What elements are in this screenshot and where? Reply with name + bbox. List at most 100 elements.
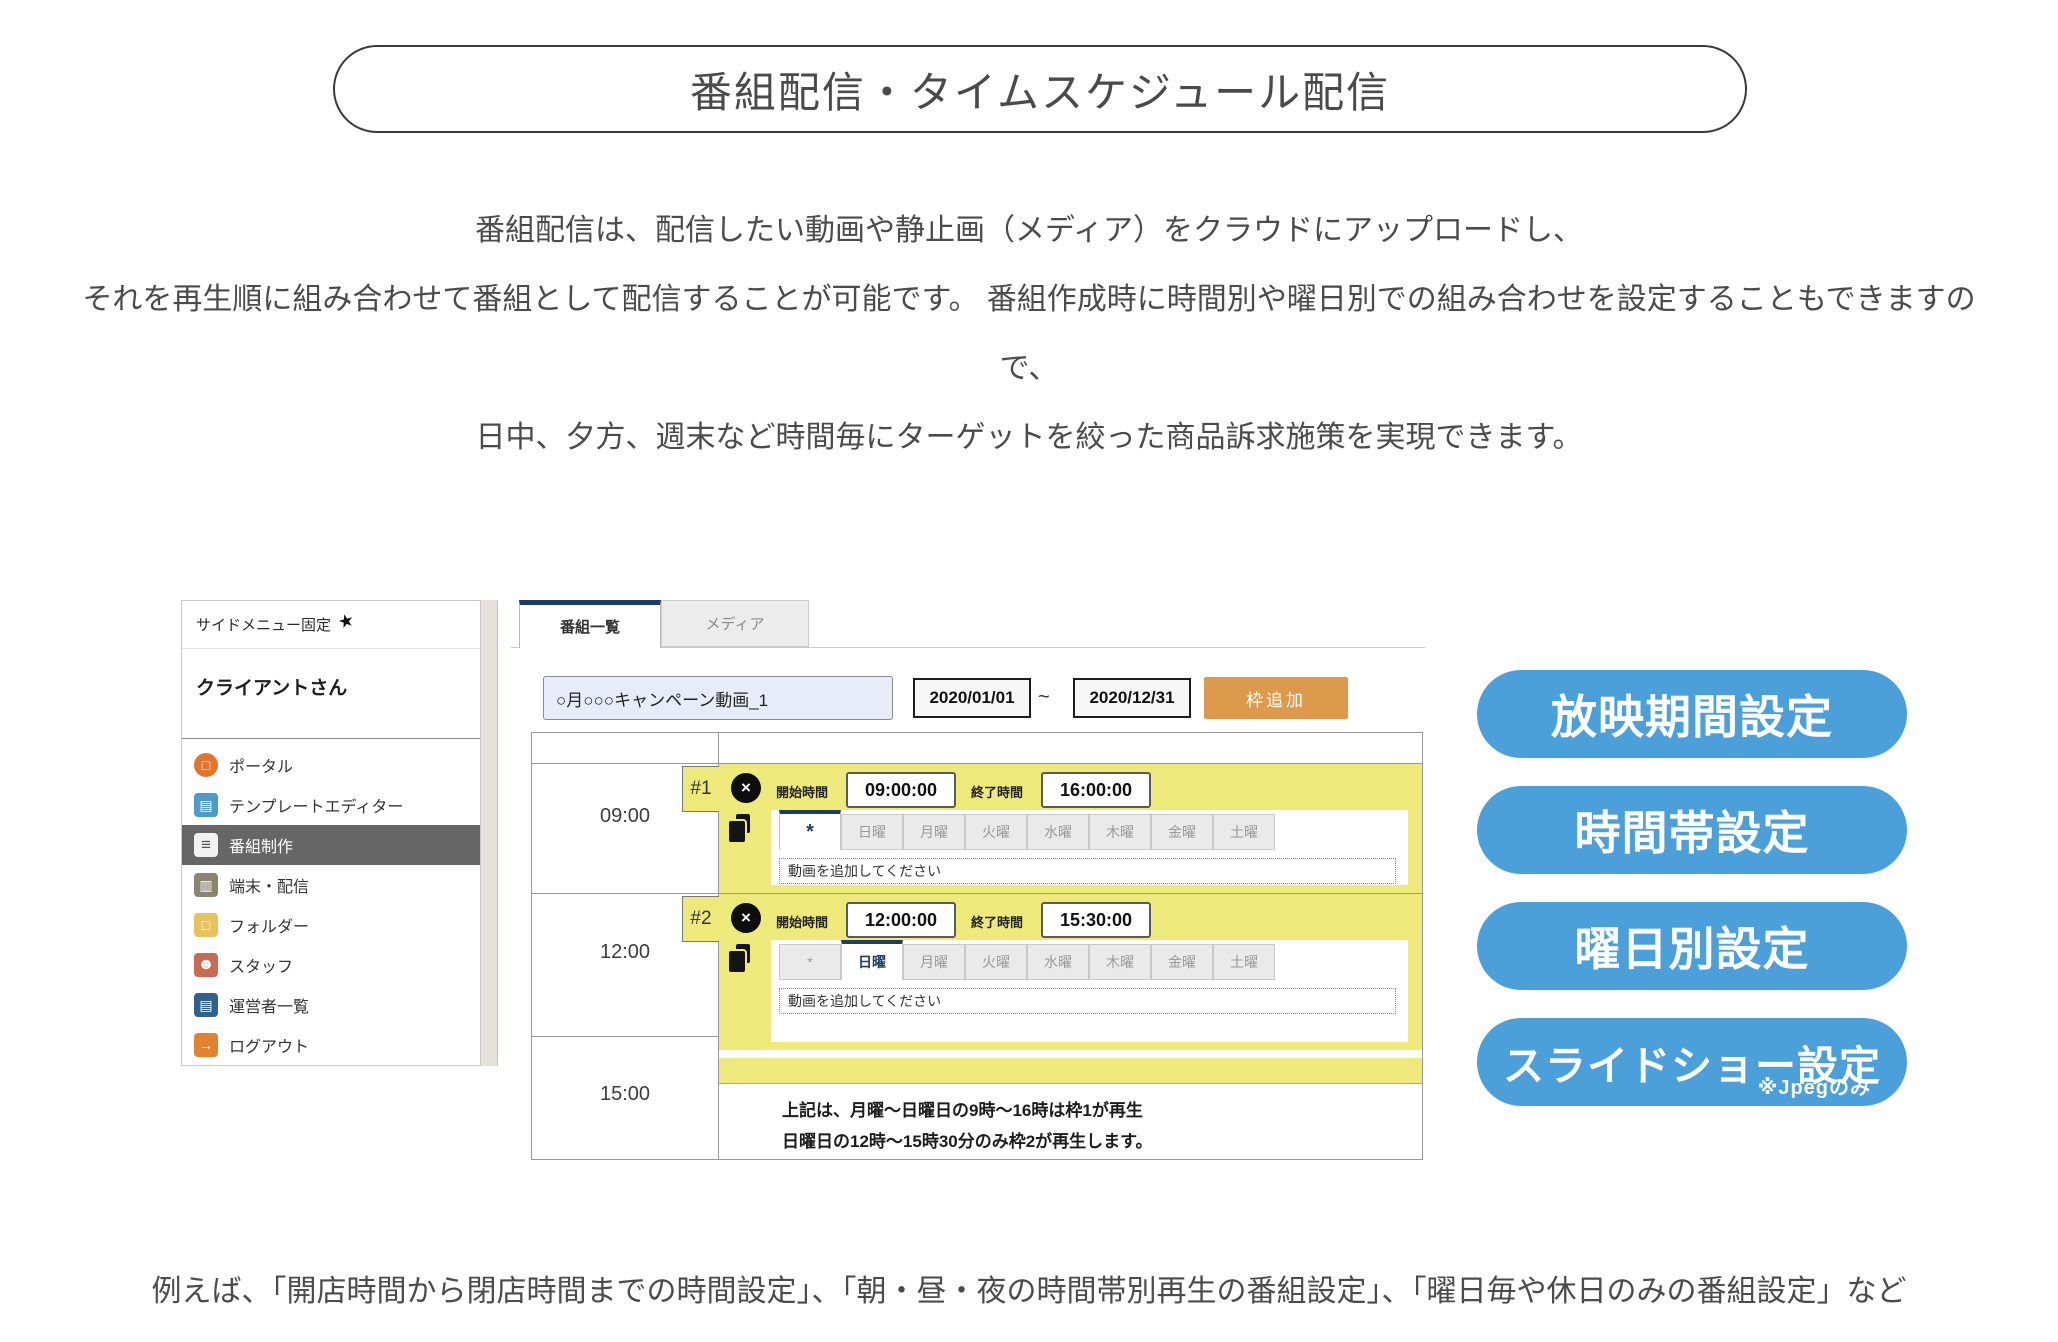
time-label: 15:00 [532,1083,718,1106]
remove-block-icon[interactable]: × [731,903,761,933]
add-slot-button[interactable]: 枠追加 [1204,677,1348,719]
sidebar-item-label: ポータル [229,753,293,777]
start-time-input[interactable]: 12:00:00 [846,902,956,938]
day-panel: * 日曜 月曜 火曜 水曜 木曜 金曜 土曜 動画を追加してください [771,810,1408,885]
day-tab-tuesday[interactable]: 火曜 [965,814,1027,850]
sidebar-pin-label: サイドメニュー固定 [196,614,331,635]
intro-line: 日中、夕方、週末など時間毎にターゲットを絞った商品訴求施策を実現できます。 [0,403,2058,472]
day-tab-strip: * 日曜 月曜 火曜 水曜 木曜 金曜 土曜 [771,940,1408,980]
sidebar-item-program-production[interactable]: ≡ 番組制作 [182,825,480,865]
day-tab-saturday[interactable]: 土曜 [1213,944,1275,980]
schedule-block-1: #1 × 開始時間 09:00:00 終了時間 16:00:00 * 日曜 [719,764,1422,893]
end-time-label: 終了時間 [971,912,1023,931]
sidebar-item-portal[interactable]: □ ポータル [182,745,480,785]
schedule-note: 上記は、月曜〜日曜日の9時〜16時は枠1が再生 日曜日の12時〜15時30分のみ… [782,1095,1152,1157]
day-tab-thursday[interactable]: 木曜 [1089,814,1151,850]
sidebar-item-logout[interactable]: → ログアウト [182,1025,480,1065]
copy-icon-front-page [729,821,745,842]
block-tag: #2 [682,896,719,942]
logout-icon: → [194,1033,218,1057]
intro-line: 番組配信は、配信したい動画や静止画（メディア）をクラウドにアップロードし、 [0,196,2058,265]
day-tab-strip: * 日曜 月曜 火曜 水曜 木曜 金曜 土曜 [771,810,1408,850]
sidebar-item-template-editor[interactable]: ▤ テンプレートエディター [182,785,480,825]
video-drop-area[interactable]: 動画を追加してください [779,988,1396,1014]
page-title: 番組配信・タイムスケジュール配信 [690,59,1390,120]
device-icon: ▥ [194,873,218,897]
folder-icon: □ [194,913,218,937]
day-tab-monday[interactable]: 月曜 [903,814,965,850]
sidebar-item-label: 端末・配信 [229,873,309,897]
pushpin-icon: ★ [336,612,355,631]
day-tab-wednesday[interactable]: 水曜 [1027,814,1089,850]
sidebar-item-folder[interactable]: □ フォルダー [182,905,480,945]
main-panel: 番組一覧 メディア ~ 枠追加 09:00 12:00 15:00 #1 × 開… [511,600,1425,1162]
badge-day-of-week: 曜日別設定 [1477,902,1907,990]
badge-slideshow: スライドショー設定 ※Jpegのみ [1477,1018,1907,1106]
end-date-input[interactable] [1073,678,1191,718]
start-date-input[interactable] [913,678,1031,718]
end-time-input[interactable]: 16:00:00 [1041,772,1151,808]
video-drop-area[interactable]: 動画を追加してください [779,858,1396,884]
staff-icon: ☻ [194,953,218,977]
day-tab-friday[interactable]: 金曜 [1151,814,1213,850]
time-label: 12:00 [532,941,718,964]
day-tab-sunday[interactable]: 日曜 [841,940,903,980]
start-time-label: 開始時間 [776,912,828,931]
schedule-grid: 09:00 12:00 15:00 #1 × 開始時間 09:00:00 終了時… [531,732,1423,1160]
day-tab-friday[interactable]: 金曜 [1151,944,1213,980]
copy-icon[interactable] [729,944,755,972]
page-title-pill: 番組配信・タイムスケジュール配信 [333,45,1747,133]
badge-broadcast-period: 放映期間設定 [1477,670,1907,758]
sidebar-pin-toggle[interactable]: サイドメニュー固定 ★ [182,601,480,649]
sidebar-item-staff[interactable]: ☻ スタッフ [182,945,480,985]
day-panel: * 日曜 月曜 火曜 水曜 木曜 金曜 土曜 動画を追加してください [771,940,1408,1042]
day-tab-all[interactable]: * [779,944,841,980]
day-tab-sunday[interactable]: 日曜 [841,814,903,850]
block-tag: #1 [682,766,719,812]
intro-paragraph: 番組配信は、配信したい動画や静止画（メディア）をクラウドにアップロードし、 それ… [0,196,2058,472]
day-tab-monday[interactable]: 月曜 [903,944,965,980]
sidebar-item-label: ログアウト [229,1033,309,1057]
app-screenshot: サイドメニュー固定 ★ クライアントさん □ ポータル ▤ テンプレートエディタ… [181,600,1425,1162]
day-tab-all[interactable]: * [779,810,841,850]
badge-slideshow-note: ※Jpegのみ [1758,1071,1871,1100]
remove-block-icon[interactable]: × [731,773,761,803]
tab-media[interactable]: メディア [661,600,809,647]
sidebar: サイドメニュー固定 ★ クライアントさん □ ポータル ▤ テンプレートエディタ… [181,600,481,1066]
start-time-input[interactable]: 09:00:00 [846,772,956,808]
client-name: クライアントさん [182,649,480,722]
sidebar-item-label: スタッフ [229,953,293,977]
sidebar-item-label: 番組制作 [229,833,293,857]
day-tab-saturday[interactable]: 土曜 [1213,814,1275,850]
schedule-block-2: #2 × 開始時間 12:00:00 終了時間 15:30:00 * 日曜 [719,894,1422,1050]
date-range-separator: ~ [1038,686,1050,709]
sidebar-item-operators[interactable]: ▤ 運営者一覧 [182,985,480,1025]
badge-time-slot: 時間帯設定 [1477,786,1907,874]
sidebar-item-label: テンプレートエディター [229,793,403,817]
yellow-strip [719,1058,1422,1084]
copy-icon-front-page [729,951,745,972]
operators-icon: ▤ [194,993,218,1017]
sidebar-scrollbar[interactable] [481,600,498,1066]
schedule-note-line: 日曜日の12時〜15時30分のみ枠2が再生します。 [782,1126,1152,1157]
sidebar-item-device-distribution[interactable]: ▥ 端末・配信 [182,865,480,905]
day-tab-tuesday[interactable]: 火曜 [965,944,1027,980]
template-editor-icon: ▤ [194,793,218,817]
end-time-input[interactable]: 15:30:00 [1041,902,1151,938]
filmstrip-icon: ≡ [194,833,218,857]
end-time-label: 終了時間 [971,782,1023,801]
day-tab-wednesday[interactable]: 水曜 [1027,944,1089,980]
portal-icon: □ [194,753,218,777]
sidebar-item-label: フォルダー [229,913,309,937]
schedule-note-line: 上記は、月曜〜日曜日の9時〜16時は枠1が再生 [782,1095,1152,1126]
start-time-label: 開始時間 [776,782,828,801]
intro-line: それを再生順に組み合わせて番組として配信することが可能です。 番組作成時に時間別… [0,265,2058,334]
footer-examples-text: 例えば、「開店時間から閉店時間までの時間設定」、「朝・昼・夜の時間帯別再生の番組… [0,1266,2058,1310]
intro-line: で、 [0,334,2058,403]
copy-icon[interactable] [729,814,755,842]
tab-program-list[interactable]: 番組一覧 [519,600,661,648]
sidebar-menu: □ ポータル ▤ テンプレートエディター ≡ 番組制作 ▥ 端末・配信 □ [182,739,480,1065]
sidebar-item-label: 運営者一覧 [229,993,309,1017]
day-tab-thursday[interactable]: 木曜 [1089,944,1151,980]
program-name-input[interactable] [543,676,893,720]
